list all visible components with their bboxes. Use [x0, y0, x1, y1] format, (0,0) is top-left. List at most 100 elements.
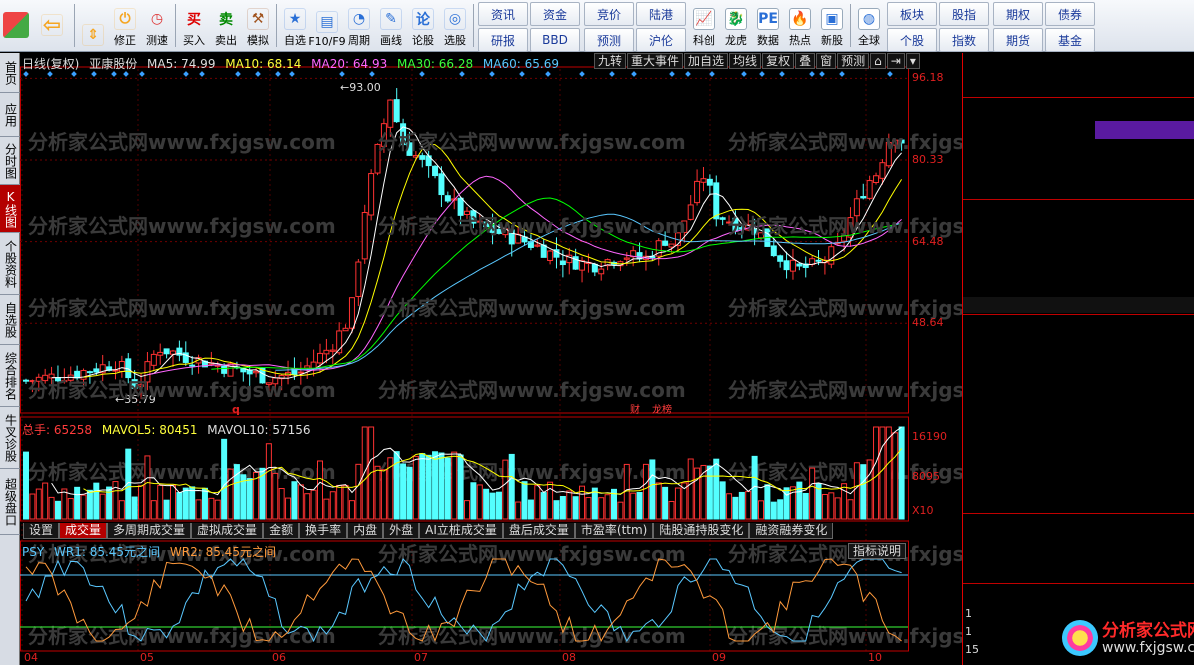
app-window: ▦⇦⇕⏻修正◷测速买买入卖卖出⚒模拟★自选▤F10/F9◔周期✎画线论论股◎选股…: [0, 0, 1194, 665]
auction-grid-cell[interactable]: 沪伦: [636, 28, 686, 52]
market-grid-cell[interactable]: 股指: [939, 2, 989, 26]
event-diamond-icon: [669, 71, 675, 77]
kechuang-button[interactable]: 📈 科创: [688, 0, 720, 51]
timer-button[interactable]: ◷ 测速: [141, 0, 173, 51]
volume-bar: [150, 500, 157, 520]
indicator-tab[interactable]: 盘后成交量: [502, 523, 575, 539]
indicator-explain-button[interactable]: 指标说明: [848, 543, 907, 559]
chart-tool-button[interactable]: 加自选: [684, 53, 729, 69]
indicator-tab[interactable]: AI立桩成交量: [419, 523, 503, 539]
info-grid-cell[interactable]: BBD: [530, 28, 580, 52]
info-grid-cell[interactable]: 研报: [478, 28, 528, 52]
chart-tool-button[interactable]: 九转: [594, 53, 627, 69]
event-diamond-icon: [839, 71, 845, 77]
indicator-tab[interactable]: 市盈率(ttm): [574, 523, 654, 539]
tab-diag[interactable]: 牛叉诊股: [0, 407, 20, 469]
tab-info[interactable]: 个股资料: [0, 233, 20, 295]
product-grid-cell[interactable]: 基金: [1045, 28, 1095, 52]
indicator-tab[interactable]: 内盘: [347, 523, 384, 539]
info-grid-cell[interactable]: 资金: [530, 2, 580, 26]
mavol10-label: MAVOL10: 57156: [207, 423, 311, 437]
buy-button[interactable]: 买买入: [178, 0, 210, 51]
back-button[interactable]: ⇦: [32, 0, 72, 51]
f10-button[interactable]: ▤ F10/F9: [308, 0, 346, 51]
volume-bar: [265, 443, 272, 520]
product-grid-cell[interactable]: 期权: [993, 2, 1043, 26]
tab-rank[interactable]: 综合排名: [0, 345, 20, 407]
volume-bar: [393, 451, 400, 520]
stock-label: 亚康股份: [89, 57, 138, 71]
chart-tool-button[interactable]: 预测: [837, 53, 870, 69]
tab-app[interactable]: 应用: [0, 93, 20, 137]
volume-bar: [374, 465, 381, 520]
product-grid-cell[interactable]: 债券: [1045, 2, 1095, 26]
psy-label[interactable]: PSY: [22, 545, 44, 559]
volume-bar: [48, 496, 55, 520]
candle-body: [770, 245, 777, 257]
indicator-tab[interactable]: 外盘: [383, 523, 420, 539]
toolbar-separator: [850, 4, 851, 47]
info-grid-cell[interactable]: 资讯: [478, 2, 528, 26]
indicator-tab[interactable]: 融资融券变化: [749, 523, 834, 539]
chart-tool-button[interactable]: 重大事件: [627, 53, 684, 69]
volume-bar: [355, 463, 362, 520]
global-button[interactable]: ◍ 全球: [853, 0, 885, 51]
candle-body: [297, 371, 304, 374]
star-icon: ★: [284, 8, 306, 30]
indicator-tab[interactable]: 虚拟成交量: [191, 523, 264, 539]
sell-side: [963, 99, 1194, 199]
product-grid-cell[interactable]: 期货: [993, 28, 1043, 52]
modify-button[interactable]: ⏻ 修正: [109, 0, 141, 51]
tab-super[interactable]: 超级盘口: [0, 469, 20, 535]
indicator-tab[interactable]: 多周期成交量: [107, 523, 192, 539]
market-grid-cell[interactable]: 指数: [939, 28, 989, 52]
indicator-tab[interactable]: 金额: [263, 523, 300, 539]
tab-watch[interactable]: 自选股: [0, 295, 20, 345]
auction-grid-cell[interactable]: 预测: [584, 28, 634, 52]
auction-grid-cell[interactable]: 陆港: [636, 2, 686, 26]
chart-tool-button[interactable]: 叠: [795, 53, 816, 69]
indicator-tab[interactable]: 换手率: [299, 523, 348, 539]
window-button[interactable]: ▦: [0, 0, 32, 51]
volume-bar: [777, 499, 784, 520]
longhu-button-label: 龙虎: [725, 34, 747, 47]
event-diamond-icon: [91, 71, 97, 77]
period-label[interactable]: 日线(复权): [22, 57, 79, 71]
chart-svg[interactable]: ←93.00←35.79q 财龙榜分析家公式网www.fxjgsw.com 分析家公…: [20, 53, 962, 665]
volume-axis-label: X10: [912, 504, 934, 517]
newstock-button[interactable]: ▣ 新股: [816, 0, 848, 51]
hot-button[interactable]: 🔥 热点: [784, 0, 816, 51]
sell-button[interactable]: 卖卖出: [210, 0, 242, 51]
watchlist-button[interactable]: ★ 自选: [279, 0, 311, 51]
indicator-tab[interactable]: 成交量: [59, 523, 108, 539]
tab-fenshi[interactable]: 分时图: [0, 137, 20, 185]
volume-bar: [61, 488, 68, 520]
indicator-tab[interactable]: 陆股通持股变化: [653, 523, 750, 539]
quote-row: [963, 334, 1194, 351]
volume-bar: [598, 497, 605, 520]
jump-icon[interactable]: ⇥: [886, 53, 905, 69]
period-button[interactable]: ◔ 周期: [343, 0, 375, 51]
market-grid-cell[interactable]: 个股: [887, 28, 937, 52]
longhu-button[interactable]: 🐉 龙虎: [720, 0, 752, 51]
indicator-tab[interactable]: 设置: [23, 523, 60, 539]
pick-button[interactable]: ◎ 选股: [439, 0, 471, 51]
auction-grid-cell[interactable]: 竞价: [584, 2, 634, 26]
chart-tool-button[interactable]: 复权: [762, 53, 795, 69]
dropdown-icon[interactable]: ▾: [905, 53, 920, 69]
kline-chart-area[interactable]: ←93.00 ←35.79 q 财龙榜 分析家公式网www.fxjgsw.com 分析家公…: [20, 53, 962, 665]
candle-body: [432, 165, 439, 177]
chart-tool-button[interactable]: 均线: [729, 53, 762, 69]
market-grid-cell[interactable]: 板块: [887, 2, 937, 26]
chart-tool-button[interactable]: 窗: [816, 53, 837, 69]
simulate-button[interactable]: ⚒ 模拟: [242, 0, 274, 51]
home-icon[interactable]: ⌂: [870, 53, 886, 69]
updown-button[interactable]: ⇕: [77, 0, 109, 51]
forum-button[interactable]: 论论股: [407, 0, 439, 51]
sell-button-label: 卖出: [215, 34, 237, 47]
data-button[interactable]: PE 数据: [752, 0, 784, 51]
tab-home[interactable]: 首页: [0, 53, 20, 93]
buy-side: [963, 200, 1194, 296]
draw-button[interactable]: ✎ 画线: [375, 0, 407, 51]
tab-kline[interactable]: K线图: [0, 185, 20, 233]
